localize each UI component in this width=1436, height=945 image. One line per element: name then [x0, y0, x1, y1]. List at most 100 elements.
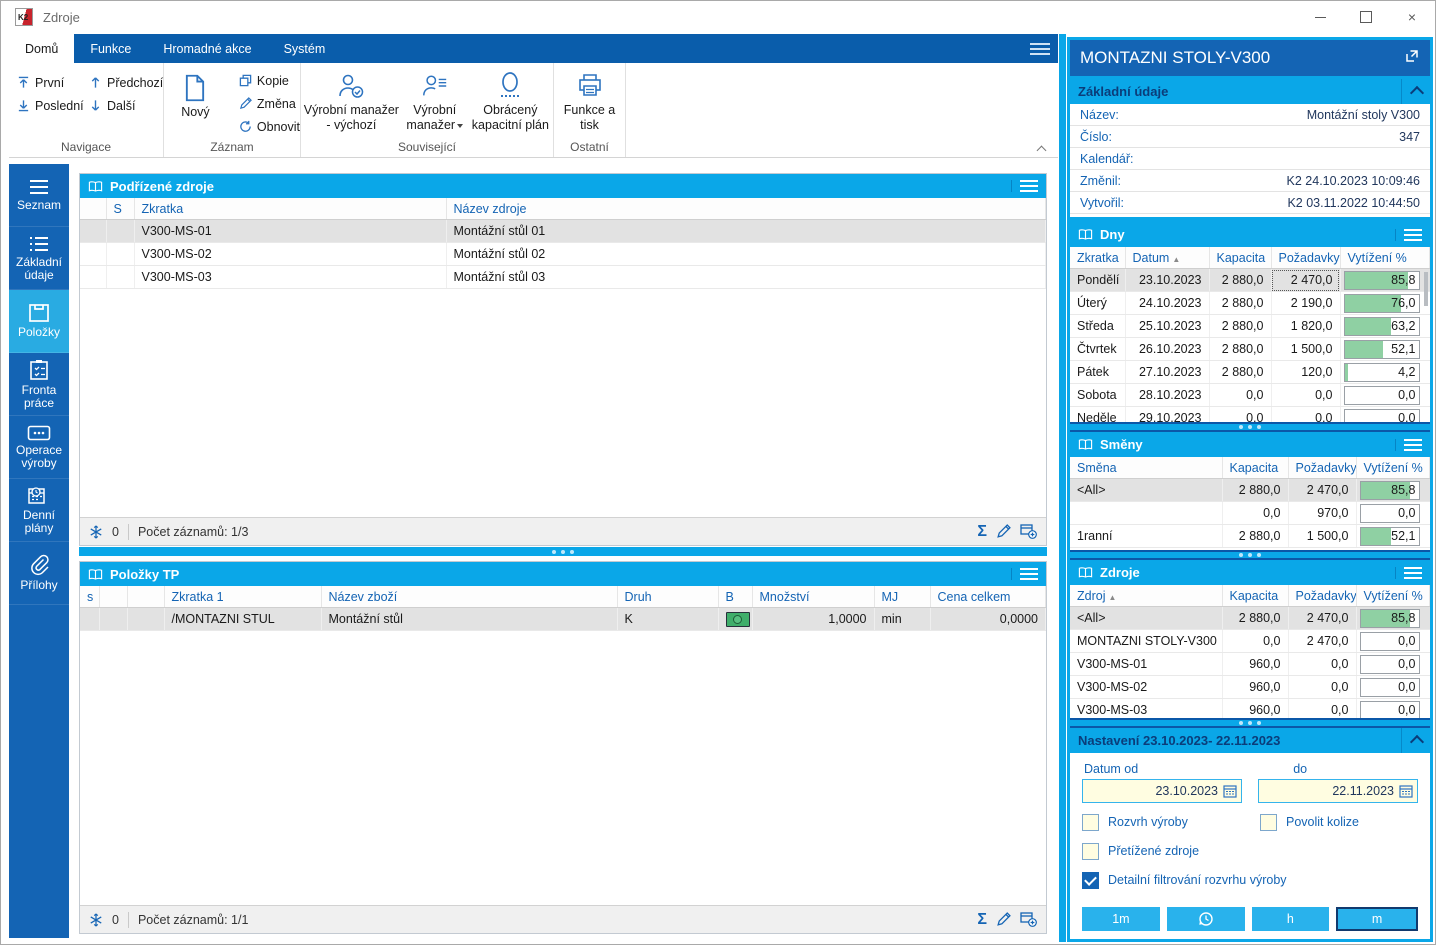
sidebar-item-zakladni-udaje[interactable]: Základní údaje — [9, 227, 69, 290]
sidebar-item-prilohy[interactable]: Přílohy — [9, 542, 69, 605]
cell-pozadavky[interactable]: 0,0 — [1288, 676, 1356, 699]
cell-vytizeni[interactable]: 63,2 — [1340, 315, 1430, 338]
cell-datum[interactable]: 25.10.2023 — [1125, 315, 1209, 338]
cell-cena[interactable]: 0,0000 — [930, 608, 1046, 631]
checkbox-icon[interactable] — [1082, 843, 1099, 860]
scale-m-button[interactable]: m — [1336, 907, 1418, 931]
cell[interactable] — [106, 266, 134, 289]
section-splitter[interactable] — [1070, 718, 1430, 728]
table-row[interactable]: Sobota 28.10.2023 0,0 0,0 0,0 — [1070, 384, 1430, 407]
panel-menu-icon[interactable] — [1011, 180, 1038, 192]
cell-pozadavky[interactable]: 1 500,0 — [1271, 338, 1340, 361]
minimize-button[interactable] — [1297, 1, 1343, 33]
cell-kapacita[interactable]: 2 880,0 — [1209, 292, 1271, 315]
col-header-zkratka1[interactable]: Zkratka 1 — [164, 586, 321, 608]
cell-pozadavky[interactable]: 2 470,0 — [1271, 269, 1340, 292]
date-from-input[interactable]: 23.10.2023 — [1082, 779, 1242, 803]
cell-zkratka[interactable]: V300-MS-02 — [134, 243, 446, 266]
checkbox-pretizene-zdroje[interactable]: Přetížené zdroje — [1082, 843, 1199, 860]
col-header-pozadavky[interactable]: Požadavky — [1288, 457, 1356, 479]
panel-menu-icon[interactable] — [1395, 567, 1422, 579]
col-header-nazev-zbozi[interactable]: Název zboží — [321, 586, 617, 608]
cell-kapacita[interactable]: 2 880,0 — [1209, 315, 1271, 338]
table-row[interactable]: MONTAZNI STOLY-V300 0,0 2 470,0 0,0 — [1070, 630, 1430, 653]
cell-zkratka1[interactable]: /MONTAZNI STUL — [164, 608, 321, 631]
panel-menu-icon[interactable] — [1395, 229, 1422, 241]
popout-icon[interactable] — [1404, 48, 1420, 69]
cell[interactable] — [106, 220, 134, 243]
col-header-kapacita[interactable]: Kapacita — [1222, 585, 1288, 607]
scale-h-button[interactable]: h — [1252, 907, 1330, 931]
table-row[interactable]: V300-MS-03 Montážní stůl 03 — [80, 266, 1046, 289]
cell-pozadavky[interactable]: 1 500,0 — [1288, 525, 1356, 548]
cell-kapacita[interactable]: 2 880,0 — [1222, 525, 1288, 548]
table-row[interactable]: Úterý 24.10.2023 2 880,0 2 190,0 76,0 — [1070, 292, 1430, 315]
table-row[interactable]: 0,0 970,0 0,0 — [1070, 502, 1430, 525]
cell-vytizeni[interactable]: 52,1 — [1340, 338, 1430, 361]
checkbox-povolit-kolize[interactable]: Povolit kolize — [1260, 814, 1418, 831]
cell-vytizeni[interactable]: 52,1 — [1356, 525, 1430, 548]
col-header-blank[interactable] — [127, 586, 164, 608]
cell-mj[interactable]: min — [874, 608, 930, 631]
cell-b[interactable] — [718, 608, 752, 631]
cell[interactable] — [80, 220, 106, 243]
copy-button[interactable]: Kopie — [231, 69, 300, 92]
table-row[interactable]: Pátek 27.10.2023 2 880,0 120,0 4,2 — [1070, 361, 1430, 384]
col-header-smena[interactable]: Směna — [1070, 457, 1222, 479]
change-button[interactable]: Změna — [231, 92, 300, 115]
cell-datum[interactable]: 28.10.2023 — [1125, 384, 1209, 407]
col-header-mnozstvi[interactable]: Množství — [752, 586, 874, 608]
cell-nazev[interactable]: Montážní stůl 03 — [446, 266, 1046, 289]
checkbox-icon[interactable] — [1082, 814, 1099, 831]
col-header-vytizeni[interactable]: Vytížení % — [1356, 457, 1430, 479]
section-splitter[interactable] — [1070, 422, 1430, 432]
checkbox-icon[interactable] — [1260, 814, 1277, 831]
cell-zkratka[interactable]: Čtvrtek — [1070, 338, 1125, 361]
cell-pozadavky[interactable]: 0,0 — [1271, 384, 1340, 407]
cell-kapacita[interactable]: 960,0 — [1222, 699, 1288, 719]
cell-vytizeni[interactable]: 0,0 — [1340, 384, 1430, 407]
scale-1m-button[interactable]: 1m — [1082, 907, 1160, 931]
horizontal-splitter[interactable] — [79, 547, 1047, 556]
cell-kapacita[interactable]: 2 880,0 — [1222, 607, 1288, 630]
table-row[interactable]: Pondělí 23.10.2023 2 880,0 2 470,0 85,8 — [1070, 269, 1430, 292]
date-to-input[interactable]: 22.11.2023 — [1258, 779, 1418, 803]
table-row[interactable]: 1ranní 2 880,0 1 500,0 52,1 — [1070, 525, 1430, 548]
cell-zkratka[interactable]: Neděle — [1070, 407, 1125, 423]
checkbox-icon[interactable] — [1082, 872, 1099, 889]
tab-hromadne-akce[interactable]: Hromadné akce — [147, 34, 267, 63]
cell-vytizeni[interactable]: 0,0 — [1356, 676, 1430, 699]
cell-vytizeni[interactable]: 0,0 — [1356, 630, 1430, 653]
cell-smena[interactable] — [1070, 502, 1222, 525]
table-row[interactable]: <All> 2 880,0 2 470,0 85,8 — [1070, 479, 1430, 502]
cell-vytizeni[interactable]: 0,0 — [1356, 699, 1430, 719]
history-clock-button[interactable] — [1167, 907, 1245, 931]
cell-kapacita[interactable]: 2 880,0 — [1209, 269, 1271, 292]
cell-kapacita[interactable]: 2 880,0 — [1222, 479, 1288, 502]
maximize-button[interactable] — [1343, 1, 1389, 33]
col-header-nazev-zdroje[interactable]: Název zdroje — [446, 198, 1046, 220]
cell-kapacita[interactable]: 2 880,0 — [1209, 361, 1271, 384]
calendar-icon[interactable] — [1399, 784, 1413, 798]
cell-smena[interactable]: 1ranní — [1070, 525, 1222, 548]
cell-smena[interactable]: <All> — [1070, 479, 1222, 502]
last-button[interactable]: Poslední — [9, 94, 81, 117]
cell-kapacita[interactable]: 960,0 — [1222, 653, 1288, 676]
sum-icon[interactable]: Σ — [977, 911, 987, 929]
panel-menu-icon[interactable] — [1395, 439, 1422, 451]
cell-kapacita[interactable]: 0,0 — [1209, 407, 1271, 423]
scrollbar-thumb[interactable] — [1424, 272, 1428, 306]
cell-mnozstvi[interactable]: 1,0000 — [752, 608, 874, 631]
sum-icon[interactable]: Σ — [977, 523, 987, 541]
col-header-b[interactable]: B — [718, 586, 752, 608]
col-header-blank[interactable] — [99, 586, 127, 608]
cell-vytizeni[interactable]: 0,0 — [1340, 407, 1430, 423]
table-row[interactable]: V300-MS-01 Montážní stůl 01 — [80, 220, 1046, 243]
collapse-section-icon[interactable] — [1401, 728, 1422, 753]
cell-zdroj[interactable]: V300-MS-03 — [1070, 699, 1222, 719]
cell-kapacita[interactable]: 960,0 — [1222, 676, 1288, 699]
ribbon-collapse-icon[interactable] — [1038, 144, 1046, 152]
cell-zkratka[interactable]: Pátek — [1070, 361, 1125, 384]
cell-pozadavky[interactable]: 2 470,0 — [1288, 479, 1356, 502]
cell-datum[interactable]: 27.10.2023 — [1125, 361, 1209, 384]
